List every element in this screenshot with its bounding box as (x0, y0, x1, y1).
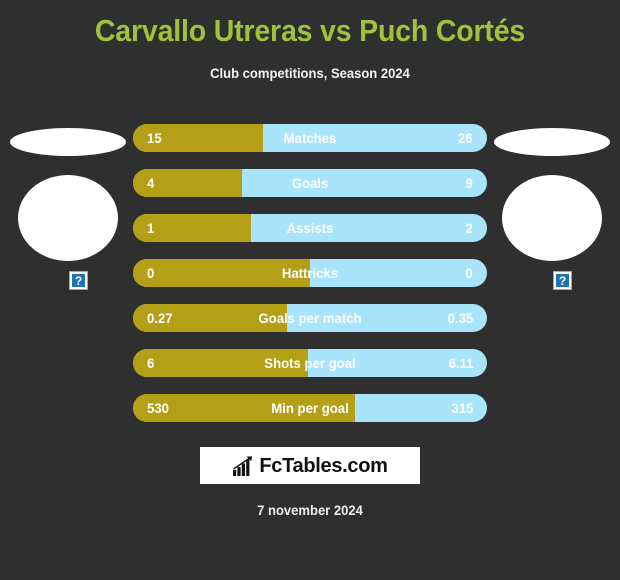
footer-date: 7 november 2024 (257, 502, 363, 518)
away-value: 2 (465, 220, 473, 236)
away-value: 0.35 (447, 310, 473, 326)
away-value: 26 (458, 130, 473, 146)
stat-row: 6 Shots per goal 6.11 (133, 349, 487, 377)
home-player-photo-ellipse: ? (18, 175, 118, 289)
stats-list: 15 Matches 26 4 Goals 9 1 Assists 2 0 Ha… (133, 124, 487, 439)
away-value: 315 (451, 400, 473, 416)
home-player-avatar: ? (8, 110, 128, 289)
away-value: 9 (465, 175, 473, 191)
stat-label: Min per goal (271, 400, 349, 416)
stat-row: 4 Goals 9 (133, 169, 487, 197)
stat-label: Goals (291, 175, 329, 191)
away-player-photo-ellipse: ? (502, 175, 602, 289)
away-value: 0 (465, 265, 473, 281)
stat-row: 0 Hattricks 0 (133, 259, 487, 287)
bar-chart-growth-icon (233, 455, 253, 476)
stat-row: 1 Assists 2 (133, 214, 487, 242)
stat-label: Hattricks (281, 265, 339, 281)
away-value: 6.11 (448, 355, 473, 371)
broken-image-icon: ? (554, 272, 571, 289)
stat-label: Shots per goal (264, 355, 356, 371)
broken-image-icon: ? (70, 272, 87, 289)
fctables-logo-text: FcTables.com (259, 454, 388, 477)
away-player-top-ellipse (494, 128, 610, 156)
fctables-logo[interactable]: FcTables.com (200, 447, 420, 484)
stat-label: Assists (286, 220, 334, 236)
stat-label: Goals per match (258, 310, 362, 326)
home-player-top-ellipse (10, 128, 126, 156)
away-player-avatar: ? (492, 110, 612, 289)
stat-comparison-page: Carvallo Utreras vs Puch Cortés Club com… (0, 0, 620, 580)
stat-row: 0.27 Goals per match 0.35 (133, 304, 487, 332)
page-subtitle: Club competitions, Season 2024 (210, 65, 410, 81)
stat-row: 530 Min per goal 315 (133, 394, 487, 422)
stat-row: 15 Matches 26 (133, 124, 487, 152)
page-title: Carvallo Utreras vs Puch Cortés (94, 13, 526, 48)
stat-label: Matches (283, 130, 337, 146)
